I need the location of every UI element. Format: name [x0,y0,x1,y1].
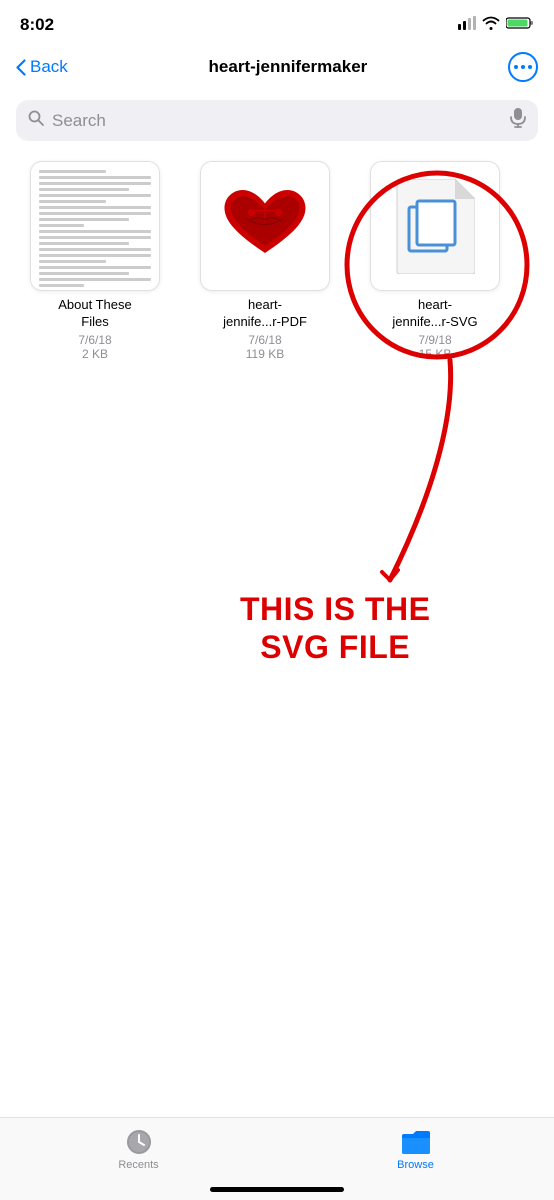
file-item-about[interactable]: About TheseFiles 7/6/18 2 KB [10,161,180,361]
file-item-svg[interactable]: heart-jennife...r-SVG 7/9/18 15 KB [350,161,520,361]
back-button[interactable]: Back [16,57,68,77]
file-name-about: About TheseFiles [58,297,131,331]
file-name-svg: heart-jennife...r-SVG [392,297,477,331]
mic-icon [510,108,526,133]
chevron-left-icon [16,59,26,76]
search-icon [28,110,44,131]
file-size-pdf: 119 KB [246,347,284,361]
nav-bar: Back heart-jennifermaker [0,44,554,94]
pdf-preview [201,162,329,290]
wifi-icon [482,16,500,35]
search-placeholder[interactable]: Search [52,111,502,131]
file-name-pdf: heart-jennife...r-PDF [223,297,307,331]
tab-recents-label: Recents [118,1159,158,1171]
status-bar: 8:02 [0,0,554,44]
more-button[interactable] [508,52,538,82]
file-thumbnail-about [30,161,160,291]
more-dots-icon [514,65,532,69]
file-size-svg: 15 KB [419,347,452,361]
file-thumbnail-svg [370,161,500,291]
tab-browse-label: Browse [397,1159,434,1171]
tab-browse[interactable]: Browse [376,1128,456,1171]
file-thumbnail-pdf [200,161,330,291]
tab-bar: Recents Browse [0,1117,554,1200]
text-preview [31,162,159,290]
signal-icon [458,16,476,35]
back-label: Back [30,57,68,77]
file-grid: About TheseFiles 7/6/18 2 KB [0,151,554,371]
status-time: 8:02 [20,15,54,35]
search-bar[interactable]: Search [16,100,538,141]
search-container: Search [0,94,554,151]
nav-title: heart-jennifermaker [209,57,368,77]
tab-recents[interactable]: Recents [99,1128,179,1171]
status-icons [458,16,534,35]
svg-file-icon [395,179,475,274]
home-indicator [210,1187,344,1192]
battery-icon [506,16,534,35]
file-size-about: 2 KB [82,347,108,361]
file-item-pdf[interactable]: heart-jennife...r-PDF 7/6/18 119 KB [180,161,350,361]
annotation-label: THIS IS THESVG FILE [240,590,430,667]
file-date-svg: 7/9/18 [418,333,451,347]
file-date-about: 7/6/18 [78,333,111,347]
browse-icon [400,1128,432,1156]
file-date-pdf: 7/6/18 [248,333,281,347]
recents-icon [125,1128,153,1156]
